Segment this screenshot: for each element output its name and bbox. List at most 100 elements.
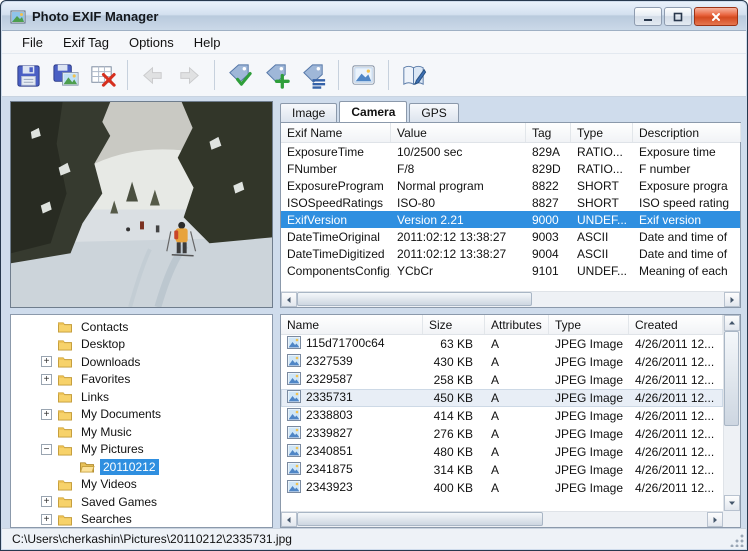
maximize-button[interactable] bbox=[664, 7, 692, 26]
exif-row-datetimeoriginal[interactable]: DateTimeOriginal2011:02:12 13:38:279003A… bbox=[281, 228, 740, 245]
exif-cell: Exposure progra bbox=[633, 179, 741, 193]
file-cell-type: JPEG Image bbox=[549, 427, 629, 441]
menu-item-help[interactable]: Help bbox=[184, 32, 231, 53]
exif-cell: DateTimeDigitized bbox=[281, 247, 391, 261]
tag-verify-button[interactable] bbox=[221, 57, 258, 94]
file-cell-name: 2340851 bbox=[281, 444, 423, 460]
menu-item-exif-tag[interactable]: Exif Tag bbox=[53, 32, 119, 53]
tree-item-20110212[interactable]: 20110212 bbox=[11, 458, 272, 476]
exif-cell: 9004 bbox=[526, 247, 571, 261]
file-row-2338803[interactable]: 2338803414 KBAJPEG Image4/26/2011 12... bbox=[281, 407, 723, 425]
exif-column-header-type[interactable]: Type bbox=[571, 123, 633, 142]
exif-row-isospeedratings[interactable]: ISOSpeedRatingsISO-808827SHORTISO speed … bbox=[281, 194, 740, 211]
exif-column-header-description[interactable]: Description bbox=[633, 123, 741, 142]
tree-item-searches[interactable]: + Searches bbox=[11, 511, 272, 529]
help-button[interactable] bbox=[395, 57, 432, 94]
expander-minus-icon[interactable]: − bbox=[41, 444, 52, 455]
file-row-2339827[interactable]: 2339827276 KBAJPEG Image4/26/2011 12... bbox=[281, 425, 723, 443]
expander-plus-icon[interactable]: + bbox=[41, 374, 52, 385]
file-row-2327539[interactable]: 2327539430 KBAJPEG Image4/26/2011 12... bbox=[281, 353, 723, 371]
file-column-header-name[interactable]: Name bbox=[281, 315, 423, 334]
scroll-track[interactable] bbox=[297, 292, 724, 307]
file-cell-size: 450 KB bbox=[423, 391, 485, 405]
exif-column-header-tag[interactable]: Tag bbox=[526, 123, 571, 142]
file-row-115d71700c64[interactable]: 115d71700c6463 KBAJPEG Image4/26/2011 12… bbox=[281, 335, 723, 353]
scroll-thumb[interactable] bbox=[724, 331, 739, 426]
tab-camera[interactable]: Camera bbox=[339, 101, 407, 122]
file-h-scrollbar[interactable] bbox=[281, 511, 723, 527]
save-image-icon bbox=[51, 61, 80, 90]
scroll-track[interactable] bbox=[724, 331, 740, 495]
tree-item-contacts[interactable]: Contacts bbox=[11, 318, 272, 336]
tree-item-links[interactable]: Links bbox=[11, 388, 272, 406]
tree-item-downloads[interactable]: +Downloads bbox=[11, 353, 272, 371]
tab-image[interactable]: Image bbox=[280, 103, 337, 122]
expander-plus-icon[interactable]: + bbox=[41, 496, 52, 507]
file-column-header-size[interactable]: Size bbox=[423, 315, 485, 334]
file-column-header-attributes[interactable]: Attributes bbox=[485, 315, 549, 334]
tag-edit-button[interactable] bbox=[295, 57, 332, 94]
tree-item-my-music[interactable]: My Music bbox=[11, 423, 272, 441]
tab-gps[interactable]: GPS bbox=[409, 103, 458, 122]
exif-column-header-value[interactable]: Value bbox=[391, 123, 526, 142]
file-row-2341875[interactable]: 2341875314 KBAJPEG Image4/26/2011 12... bbox=[281, 461, 723, 479]
file-cell-created: 4/26/2011 12... bbox=[629, 391, 723, 405]
tree-item-saved-games[interactable]: +Saved Games bbox=[11, 493, 272, 511]
file-row-2329587[interactable]: 2329587258 KBAJPEG Image4/26/2011 12... bbox=[281, 371, 723, 389]
minimize-button[interactable] bbox=[634, 7, 662, 26]
scroll-right-button[interactable] bbox=[724, 292, 740, 307]
right-arrow-icon bbox=[711, 516, 719, 524]
menu-item-file[interactable]: File bbox=[12, 32, 53, 53]
exif-row-componentsconfig-[interactable]: ComponentsConfig...YCbCr9101UNDEF...Mean… bbox=[281, 262, 740, 279]
tag-add-button[interactable] bbox=[258, 57, 295, 94]
file-v-scrollbar[interactable] bbox=[723, 315, 740, 511]
maximize-icon bbox=[673, 12, 683, 22]
tree-item-my-documents[interactable]: +My Documents bbox=[11, 406, 272, 424]
expander-plus-icon[interactable]: + bbox=[41, 514, 52, 525]
exif-h-scrollbar[interactable] bbox=[281, 291, 740, 307]
tree-item-my-videos[interactable]: My Videos bbox=[11, 476, 272, 494]
tree-item-favorites[interactable]: +Favorites bbox=[11, 371, 272, 389]
scroll-track[interactable] bbox=[297, 512, 707, 527]
tree-item-my-pictures[interactable]: −My Pictures bbox=[11, 441, 272, 459]
scroll-left-button[interactable] bbox=[281, 292, 297, 307]
file-column-header-created[interactable]: Created bbox=[629, 315, 723, 334]
file-column-header-type[interactable]: Type bbox=[549, 315, 629, 334]
folder-icon bbox=[57, 495, 73, 508]
scroll-thumb[interactable] bbox=[297, 512, 543, 526]
tree-item-label: Searches bbox=[78, 511, 135, 527]
close-button[interactable] bbox=[694, 7, 738, 26]
title-bar[interactable]: Photo EXIF Manager bbox=[2, 2, 746, 31]
tree-item-desktop[interactable]: Desktop bbox=[11, 336, 272, 354]
exif-row-fnumber[interactable]: FNumberF/8829DRATIO...F number bbox=[281, 160, 740, 177]
file-row-2335731[interactable]: 2335731450 KBAJPEG Image4/26/2011 12... bbox=[281, 389, 723, 407]
exif-row-exposureprogram[interactable]: ExposureProgramNormal program8822SHORTEx… bbox=[281, 177, 740, 194]
exif-row-datetimedigitized[interactable]: DateTimeDigitized2011:02:12 13:38:279004… bbox=[281, 245, 740, 262]
resize-grip[interactable] bbox=[730, 533, 744, 547]
scroll-right-button[interactable] bbox=[707, 512, 723, 527]
file-cell-size: 480 KB bbox=[423, 445, 485, 459]
save-image-button[interactable] bbox=[47, 57, 84, 94]
exif-cell: RATIO... bbox=[571, 145, 633, 159]
save-exif-button[interactable] bbox=[10, 57, 47, 94]
exif-row-exifversion[interactable]: ExifVersionVersion 2.219000UNDEF...Exif … bbox=[281, 211, 740, 228]
scroll-up-button[interactable] bbox=[724, 315, 740, 331]
file-row-2340851[interactable]: 2340851480 KBAJPEG Image4/26/2011 12... bbox=[281, 443, 723, 461]
exif-column-header-exif-name[interactable]: Exif Name bbox=[281, 123, 391, 142]
scroll-left-button[interactable] bbox=[281, 512, 297, 527]
scroll-thumb[interactable] bbox=[297, 292, 532, 306]
scrollbar-corner bbox=[723, 511, 740, 527]
file-cell-attributes: A bbox=[485, 391, 549, 405]
down-arrow-icon bbox=[728, 499, 736, 507]
expander-plus-icon[interactable]: + bbox=[41, 409, 52, 420]
scroll-down-button[interactable] bbox=[724, 495, 740, 511]
menu-item-options[interactable]: Options bbox=[119, 32, 184, 53]
exif-cell: ExifVersion bbox=[281, 213, 391, 227]
file-row-2343923[interactable]: 2343923400 KBAJPEG Image4/26/2011 12... bbox=[281, 479, 723, 497]
folder-icon bbox=[57, 373, 73, 386]
folder-icon bbox=[57, 408, 73, 421]
expander-plus-icon[interactable]: + bbox=[41, 356, 52, 367]
image-viewer-button[interactable] bbox=[345, 57, 382, 94]
exif-row-exposuretime[interactable]: ExposureTime10/2500 sec829ARATIO...Expos… bbox=[281, 143, 740, 160]
delete-exif-button[interactable] bbox=[84, 57, 121, 94]
